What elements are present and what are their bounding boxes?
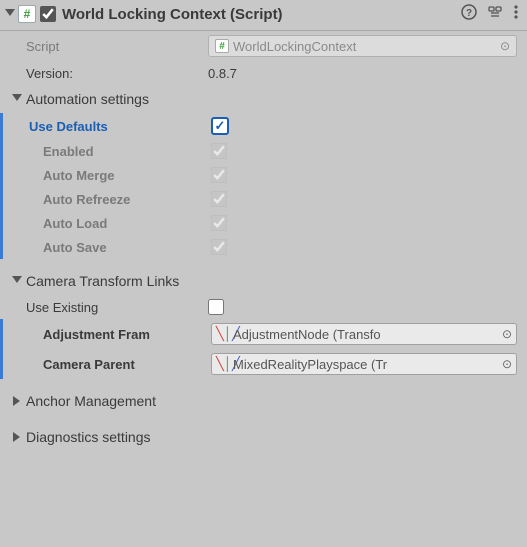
- camera-parent-field[interactable]: ╲│╱ MixedRealityPlayspace (Tr ⊙: [211, 353, 517, 375]
- component-title: World Locking Context (Script): [62, 6, 461, 23]
- automation-item-label: Auto Refreeze: [3, 192, 211, 207]
- anchor-section-header[interactable]: Anchor Management: [0, 387, 527, 415]
- transform-icon: ╲│╱: [216, 326, 231, 342]
- help-icon[interactable]: ?: [461, 4, 477, 24]
- camera-links-section-header[interactable]: Camera Transform Links: [0, 267, 527, 295]
- camera-parent-row: Camera Parent ╲│╱ MixedRealityPlayspace …: [0, 349, 527, 379]
- use-defaults-row: Use Defaults ✓: [0, 113, 527, 139]
- automation-item-row: Auto Save: [0, 235, 527, 259]
- adjustment-frame-label: Adjustment Fram: [3, 327, 211, 342]
- csharp-icon: #: [215, 39, 229, 53]
- chevron-down-icon: [10, 94, 24, 104]
- preset-icon[interactable]: [487, 4, 503, 24]
- version-value: 0.8.7: [208, 66, 517, 81]
- script-label: Script: [0, 39, 208, 54]
- chevron-right-icon: [10, 432, 24, 442]
- script-value: WorldLockingContext: [233, 39, 356, 54]
- camera-parent-value: MixedRealityPlayspace (Tr: [233, 357, 387, 372]
- automation-item-checkbox: [211, 143, 227, 159]
- transform-icon: ╲│╱: [216, 356, 231, 372]
- automation-item-label: Enabled: [3, 144, 211, 159]
- automation-label: Automation settings: [26, 91, 149, 107]
- use-existing-checkbox[interactable]: [208, 299, 224, 315]
- automation-item-label: Auto Load: [3, 216, 211, 231]
- kebab-menu-icon[interactable]: [513, 4, 519, 24]
- adjustment-frame-field[interactable]: ╲│╱ AdjustmentNode (Transfo ⊙: [211, 323, 517, 345]
- script-icon: #: [18, 5, 36, 23]
- automation-item-row: Auto Merge: [0, 163, 527, 187]
- foldout-icon[interactable]: [4, 8, 16, 20]
- use-existing-row: Use Existing: [0, 295, 527, 319]
- automation-item-checkbox: [211, 239, 227, 255]
- use-defaults-checkbox[interactable]: ✓: [211, 117, 229, 135]
- diagnostics-label: Diagnostics settings: [26, 429, 151, 445]
- automation-item-row: Auto Refreeze: [0, 187, 527, 211]
- object-picker-icon[interactable]: ⊙: [502, 357, 512, 371]
- component-header: # World Locking Context (Script) ?: [0, 0, 527, 31]
- enable-component-checkbox[interactable]: [40, 6, 56, 22]
- script-field[interactable]: # WorldLockingContext ⊙: [208, 35, 517, 57]
- chevron-down-icon: [10, 276, 24, 286]
- chevron-right-icon: [10, 396, 24, 406]
- use-existing-label: Use Existing: [0, 300, 208, 315]
- script-row: Script # WorldLockingContext ⊙: [0, 31, 527, 61]
- automation-item-label: Auto Merge: [3, 168, 211, 183]
- camera-parent-label: Camera Parent: [3, 357, 211, 372]
- adjustment-frame-value: AdjustmentNode (Transfo: [233, 327, 381, 342]
- automation-item-label: Auto Save: [3, 240, 211, 255]
- automation-item-checkbox: [211, 167, 227, 183]
- camera-links-label: Camera Transform Links: [26, 273, 179, 289]
- anchor-label: Anchor Management: [26, 393, 156, 409]
- object-picker-icon[interactable]: ⊙: [500, 39, 510, 53]
- use-defaults-label: Use Defaults: [3, 119, 211, 134]
- automation-item-row: Enabled: [0, 139, 527, 163]
- object-picker-icon[interactable]: ⊙: [502, 327, 512, 341]
- version-row: Version: 0.8.7: [0, 61, 527, 85]
- version-label: Version:: [0, 66, 208, 81]
- automation-item-checkbox: [211, 215, 227, 231]
- diagnostics-section-header[interactable]: Diagnostics settings: [0, 423, 527, 451]
- automation-item-checkbox: [211, 191, 227, 207]
- automation-section-header[interactable]: Automation settings: [0, 85, 527, 113]
- svg-text:?: ?: [466, 8, 472, 19]
- adjustment-frame-row: Adjustment Fram ╲│╱ AdjustmentNode (Tran…: [0, 319, 527, 349]
- automation-item-row: Auto Load: [0, 211, 527, 235]
